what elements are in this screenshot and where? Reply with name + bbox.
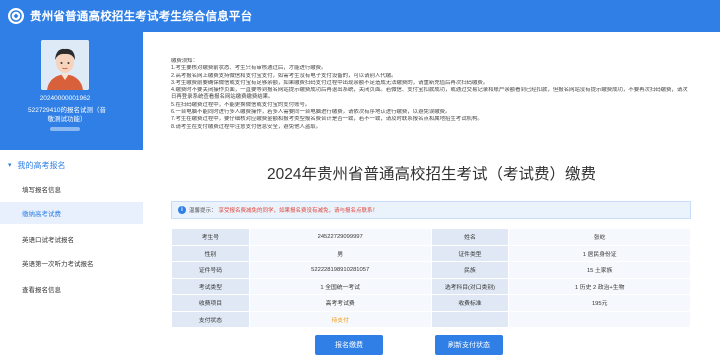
value-cell: 15 土家族 bbox=[508, 261, 691, 279]
notice-line: 缴费须知： bbox=[171, 58, 198, 64]
label-cell: 考生号 bbox=[171, 228, 250, 246]
sidebar-item-english-listening[interactable]: 英语第一次听力考试报名 bbox=[0, 252, 143, 274]
table-row: 性别 男 证件类型 1 居民身份证 bbox=[171, 244, 691, 262]
sidebar-item-label: 填写报名信息 bbox=[22, 187, 61, 194]
label-cell: 考试类型 bbox=[171, 277, 250, 295]
value-cell: 1 全国统一考试 bbox=[248, 277, 432, 295]
notice-line: 2.高考报名网上缴费支持微信和支付宝支付，如需考生没有电子支付设备的，可以请别人… bbox=[171, 72, 397, 79]
avatar bbox=[41, 40, 89, 90]
label-cell bbox=[430, 310, 510, 328]
sidebar-item-pay-fee[interactable]: 缴纳高考试费 bbox=[0, 202, 143, 224]
notice-line: 5.在扫码缴费过程中，不能更换微信或支付宝的支付账号。 bbox=[171, 101, 311, 108]
sidebar-item-label: 查看报名信息 bbox=[22, 287, 61, 294]
page-title: 2024年贵州省普通高校招生考试（考试费）缴费 bbox=[267, 166, 596, 183]
sidebar: 20240000001962 522729410的报名试测（音 敬测试功能） ▾… bbox=[0, 32, 143, 355]
value-cell: 男 bbox=[248, 244, 432, 262]
reminder-prefix: 温馨提示： bbox=[189, 208, 217, 214]
value-cell: 张屹 bbox=[508, 228, 691, 246]
reminder-banner: i 温馨提示： 享受报名费减免的同学，如果报名费没有减免，请与报名点联系！ bbox=[171, 201, 691, 219]
caret-down-icon: ▾ bbox=[8, 162, 12, 169]
candidate-name-line-1: 522729410的报名试测（音 bbox=[27, 107, 107, 114]
sidebar-item-english-oral[interactable]: 英语口试考试报名 bbox=[0, 228, 143, 250]
candidate-name: 522729410的报名试测（音 敬测试功能） bbox=[4, 106, 130, 124]
candidate-name-line-2: 敬测试功能） bbox=[47, 116, 87, 123]
table-row: 证件号码 522228198910281057 民族 15 土家族 bbox=[171, 261, 691, 279]
value-cell: 522228198910281057 bbox=[248, 261, 432, 279]
label-cell: 支付状态 bbox=[171, 310, 250, 328]
label-cell: 收费项目 bbox=[171, 294, 250, 312]
blurred-text bbox=[50, 127, 80, 131]
sidebar-group-label: 我的高考报名 bbox=[17, 160, 66, 170]
sidebar-item-label: 缴纳高考试费 bbox=[22, 211, 61, 218]
label-cell: 收费标准 bbox=[430, 294, 510, 312]
notice-line: 4.缴费时不要关闭操作页面，一直要等到报名网站提示缴费成功后再退出系统，关闭页面… bbox=[171, 87, 688, 101]
sidebar-item-label: 英语第一次听力考试报名 bbox=[22, 261, 94, 268]
label-cell: 民族 bbox=[430, 261, 510, 279]
table-row: 考生号 24522729099997 姓名 张屹 bbox=[171, 228, 691, 246]
candidate-id: 20240000001962 bbox=[39, 95, 91, 102]
value-cell: 1 居民身份证 bbox=[508, 244, 691, 262]
payment-status-value: 待支付 bbox=[248, 310, 432, 328]
notice-line: 7.考生在缴费过程中，要仔细核对应缴费金额和报考类型报名费合计是否一致，若不一致… bbox=[171, 116, 483, 123]
table-row: 考试类型 1 全国统一考试 选考科目(对口类别) 1 历史 2 政治+生物 bbox=[171, 277, 691, 295]
label-cell: 性别 bbox=[171, 244, 250, 262]
table-row: 收费项目 高考考试费 收费标准 195元 bbox=[171, 294, 691, 312]
value-cell: 高考考试费 bbox=[248, 294, 432, 312]
value-cell: 24522729099997 bbox=[248, 228, 432, 246]
info-icon: i bbox=[178, 206, 186, 214]
header-bar: 贵州省普通高校招生考试考生综合信息平台 bbox=[0, 0, 720, 32]
notice-line: 1.考生要核对缴费前状态、考生只有审核通过后，才能进行缴费。 bbox=[171, 65, 327, 72]
value-cell: 1 历史 2 政治+生物 bbox=[508, 277, 691, 295]
pay-fee-button[interactable]: 报名缴费 bbox=[315, 335, 383, 355]
app-title: 贵州省普通高校招生考试考生综合信息平台 bbox=[30, 11, 253, 23]
value-cell bbox=[508, 310, 691, 328]
label-cell: 证件类型 bbox=[430, 244, 510, 262]
sidebar-item-fill-info[interactable]: 填写报名信息 bbox=[0, 178, 143, 200]
notice-line: 3.考生缴费前要确保微信或支付宝有足够余额，如果缴费扫码支付过程中出现余额不足造… bbox=[171, 79, 489, 86]
table-row: 支付状态 待支付 bbox=[171, 310, 691, 328]
label-cell: 姓名 bbox=[430, 228, 510, 246]
reminder-text: 享受报名费减免的同学，如果报名费没有减免，请与报名点联系！ bbox=[218, 208, 379, 214]
label-cell: 选考科目(对口类别) bbox=[430, 277, 510, 295]
candidate-info-table: 考生号 24522729099997 姓名 张屹 性别 男 证件类型 1 居民身… bbox=[171, 228, 691, 328]
sidebar-item-view-info[interactable]: 查看报名信息 bbox=[0, 278, 143, 300]
main-content: 缴费须知： 1.考生要核对缴费前状态、考生只有审核通过后，才能进行缴费。 2.高… bbox=[143, 32, 720, 355]
value-cell: 195元 bbox=[508, 294, 691, 312]
refresh-status-button[interactable]: 刷新支付状态 bbox=[435, 335, 503, 355]
app-logo-icon bbox=[8, 8, 24, 24]
label-cell: 证件号码 bbox=[171, 261, 250, 279]
sidebar-group-my-registration[interactable]: ▾ 我的高考报名 bbox=[0, 152, 143, 178]
notice-line: 6.一台电脑不能同时进行多人缴费操作，若多人需要同一台电脑进行缴费，请依次有序地… bbox=[171, 109, 451, 116]
payment-notice: 缴费须知： 1.考生要核对缴费前状态、考生只有审核通过后，才能进行缴费。 2.高… bbox=[171, 58, 691, 131]
notice-line: 8.请考生在支付缴费过程中注意支付信息安全，避免他人盗取。 bbox=[171, 123, 322, 130]
profile-card: 20240000001962 522729410的报名试测（音 敬测试功能） bbox=[0, 32, 143, 150]
sidebar-item-label: 英语口试考试报名 bbox=[22, 237, 74, 244]
